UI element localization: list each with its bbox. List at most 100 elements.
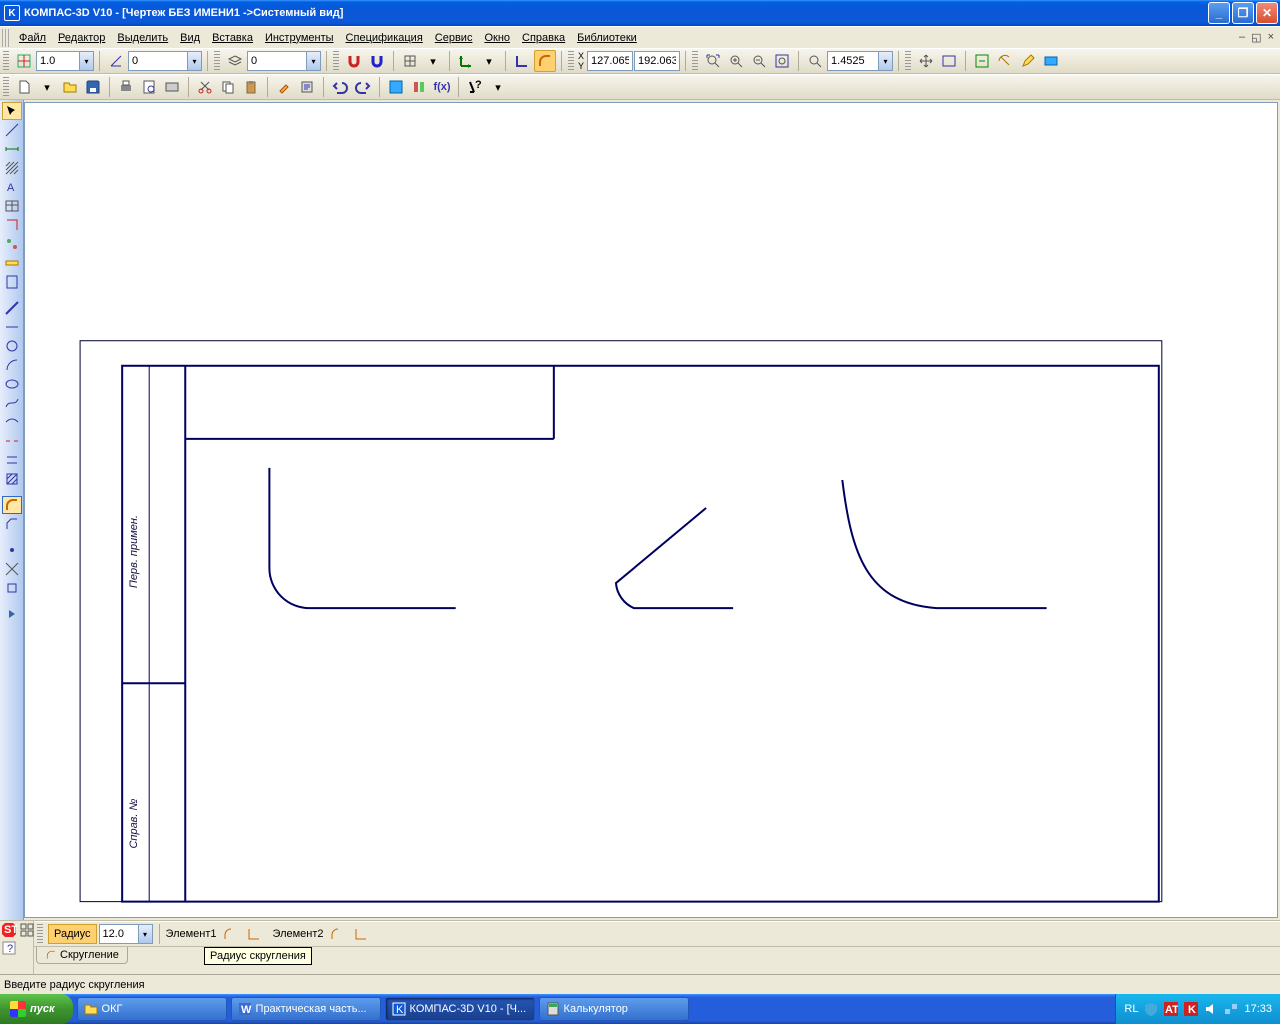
select-tool-icon[interactable] xyxy=(2,102,22,120)
properties-icon[interactable] xyxy=(296,76,318,98)
magnet-off-icon[interactable] xyxy=(366,50,388,72)
spline-tool-icon[interactable] xyxy=(2,394,22,412)
params-tool-icon[interactable] xyxy=(2,235,22,253)
break-tool-icon[interactable] xyxy=(2,432,22,450)
drawing-canvas[interactable]: Перв. примен. Справ. № xyxy=(24,102,1278,918)
chevron-down-icon[interactable]: ▾ xyxy=(188,51,202,71)
edit-tool-icon[interactable] xyxy=(2,216,22,234)
line2-tool-icon[interactable] xyxy=(2,318,22,336)
redraw-icon[interactable] xyxy=(971,50,993,72)
zoom-input[interactable] xyxy=(827,51,879,71)
step-combo[interactable]: ▾ xyxy=(36,51,94,71)
tray-network-icon[interactable] xyxy=(1224,1002,1238,1016)
zoom-scale-icon[interactable] xyxy=(804,50,826,72)
grid-icon[interactable] xyxy=(399,50,421,72)
tray-clock[interactable]: 17:33 xyxy=(1244,1003,1272,1015)
menu-view[interactable]: Вид xyxy=(174,30,206,46)
open-file-icon[interactable] xyxy=(59,76,81,98)
layer-input[interactable] xyxy=(247,51,307,71)
refresh-icon[interactable] xyxy=(994,50,1016,72)
fillet-tool-icon[interactable] xyxy=(2,496,22,514)
text-tool-icon[interactable]: A xyxy=(2,178,22,196)
library-icon[interactable] xyxy=(408,76,430,98)
round-corners-icon[interactable] xyxy=(534,50,556,72)
chamfer-tool-icon[interactable] xyxy=(2,515,22,533)
task-calc[interactable]: Калькулятор xyxy=(539,997,689,1021)
cs-settings-icon[interactable]: ▾ xyxy=(478,50,500,72)
toolbar-dropdown[interactable]: ▾ xyxy=(487,76,509,98)
display-mode-icon[interactable] xyxy=(1040,50,1062,72)
bezier-tool-icon[interactable] xyxy=(2,413,22,431)
chevron-down-icon[interactable]: ▾ xyxy=(879,51,893,71)
step-input[interactable] xyxy=(36,51,80,71)
menu-spec[interactable]: Спецификация xyxy=(340,30,429,46)
radius-input[interactable] xyxy=(99,924,139,944)
tray-k-icon[interactable]: K xyxy=(1184,1002,1198,1016)
elem2-keep-icon[interactable] xyxy=(350,923,372,945)
task-word[interactable]: W Практическая часть... xyxy=(231,997,381,1021)
menu-select[interactable]: Выделить xyxy=(111,30,174,46)
coord-x-input[interactable] xyxy=(587,51,633,71)
zoom-in-icon[interactable] xyxy=(725,50,747,72)
variables-icon[interactable]: f(x) xyxy=(431,76,453,98)
tray-lang[interactable]: RL xyxy=(1124,1003,1138,1015)
pan-icon[interactable] xyxy=(915,50,937,72)
brush-icon[interactable] xyxy=(273,76,295,98)
menu-window[interactable]: Окно xyxy=(478,30,516,46)
zoom-out-icon[interactable] xyxy=(748,50,770,72)
menu-tools[interactable]: Инструменты xyxy=(259,30,340,46)
elem1-trim-icon[interactable] xyxy=(219,923,241,945)
zoom-window-icon[interactable] xyxy=(771,50,793,72)
help-panel-icon[interactable]: ? xyxy=(1,940,17,956)
view-all-icon[interactable] xyxy=(938,50,960,72)
mdi-minimize-button[interactable]: – xyxy=(1239,31,1245,44)
tray-volume-icon[interactable] xyxy=(1204,1002,1218,1016)
new-file-icon[interactable] xyxy=(13,76,35,98)
tray-shield-icon[interactable] xyxy=(1144,1002,1158,1016)
line-tool-icon[interactable] xyxy=(2,299,22,317)
misc-tool-1-icon[interactable] xyxy=(2,541,22,559)
ellipse-tool-icon[interactable] xyxy=(2,375,22,393)
copy-icon[interactable] xyxy=(217,76,239,98)
new-dropdown[interactable]: ▾ xyxy=(36,76,58,98)
help-icon[interactable]: ? xyxy=(464,76,486,98)
circle-tool-icon[interactable] xyxy=(2,337,22,355)
print-icon[interactable] xyxy=(115,76,137,98)
mdi-restore-button[interactable]: ◱ xyxy=(1251,31,1261,44)
panel-grid-icon[interactable] xyxy=(19,922,35,938)
local-cs-icon[interactable] xyxy=(455,50,477,72)
hatching-tool-icon[interactable] xyxy=(2,159,22,177)
plot-icon[interactable] xyxy=(161,76,183,98)
magnet-on-icon[interactable] xyxy=(343,50,365,72)
spec-tool-icon[interactable] xyxy=(2,273,22,291)
menu-libs[interactable]: Библиотеки xyxy=(571,30,643,46)
start-button[interactable]: пуск xyxy=(0,994,73,1024)
snap-step-icon[interactable] xyxy=(13,50,35,72)
print-preview-icon[interactable] xyxy=(138,76,160,98)
menu-edit[interactable]: Редактор xyxy=(52,30,111,46)
table-tool-icon[interactable] xyxy=(2,197,22,215)
chevron-down-icon[interactable]: ▾ xyxy=(139,924,153,944)
layer-icon[interactable] xyxy=(224,50,246,72)
hatch-tool-icon[interactable] xyxy=(2,470,22,488)
zoom-fit-icon[interactable] xyxy=(702,50,724,72)
arc-tool-icon[interactable] xyxy=(2,356,22,374)
chevron-down-icon[interactable]: ▾ xyxy=(80,51,94,71)
task-kompas[interactable]: K КОМПАС-3D V10 - [Ч... xyxy=(385,997,535,1021)
close-button[interactable]: ✕ xyxy=(1256,2,1278,24)
tray-ati-icon[interactable]: ATI xyxy=(1164,1002,1178,1016)
grid-settings-icon[interactable]: ▾ xyxy=(422,50,444,72)
angle-combo[interactable]: ▾ xyxy=(128,51,202,71)
measure-tool-icon[interactable] xyxy=(2,254,22,272)
maximize-button[interactable]: ❐ xyxy=(1232,2,1254,24)
redo-icon[interactable] xyxy=(352,76,374,98)
expand-toolbox-icon[interactable] xyxy=(2,605,22,623)
pencil-icon[interactable] xyxy=(1017,50,1039,72)
tab-fillet[interactable]: Скругление xyxy=(36,947,128,964)
save-icon[interactable] xyxy=(82,76,104,98)
task-ok[interactable]: ОКГ xyxy=(77,997,227,1021)
angle-input[interactable] xyxy=(128,51,188,71)
misc-tool-3-icon[interactable] xyxy=(2,579,22,597)
stop-icon[interactable]: STOP xyxy=(1,922,17,938)
zoom-combo[interactable]: ▾ xyxy=(827,51,893,71)
